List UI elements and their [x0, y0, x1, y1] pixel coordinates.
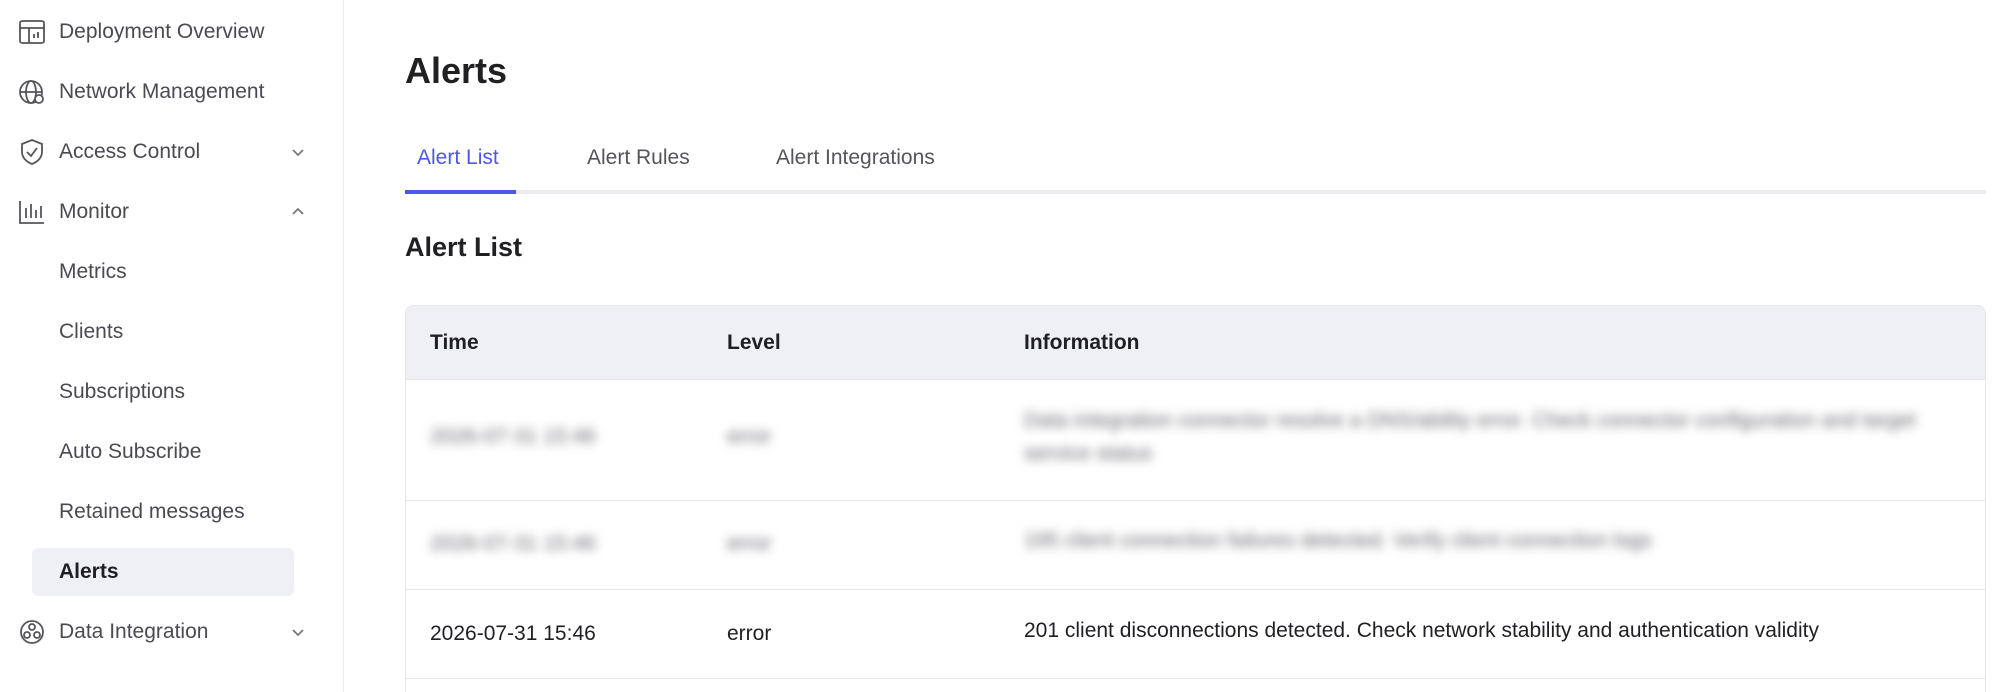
section-title: Alert List: [405, 232, 523, 262]
chevron-down-icon: [290, 144, 306, 160]
cell-information: 201 client disconnections detected. Chec…: [1024, 619, 1819, 642]
table-row: 2026-07-31 15:46 error 195 client connec…: [406, 501, 1985, 590]
tab-alert-integrations[interactable]: Alert Integrations: [776, 146, 935, 170]
sidebar-item-metrics[interactable]: Metrics: [32, 248, 294, 296]
table-row: 2026-07-31 15:46 error 201 client discon…: [406, 590, 1985, 679]
main-content: Alerts Alert List Alert Rules Alert Inte…: [345, 0, 2002, 692]
sidebar-item-deployment-overview[interactable]: Deployment Overview: [19, 8, 294, 56]
cell-information: Data integration connector resolve a DNS…: [1024, 409, 1916, 465]
column-header-information: Information: [1024, 331, 1140, 354]
globe-gear-icon: [18, 78, 46, 106]
tab-label: Alert Rules: [587, 146, 690, 169]
sidebar: Deployment Overview Network Management A…: [0, 0, 344, 692]
cell-level: error: [727, 425, 772, 448]
sidebar-item-label: Metrics: [59, 260, 127, 283]
sidebar-item-label: Network Management: [59, 80, 265, 103]
active-tab-indicator: [405, 190, 516, 194]
bar-chart-icon: [18, 198, 46, 226]
sidebar-item-label: Data Integration: [59, 620, 209, 643]
tab-alert-list[interactable]: Alert List: [417, 146, 499, 170]
sidebar-item-label: Access Control: [59, 140, 201, 163]
shield-check-icon: [18, 138, 46, 166]
cell-level: error: [727, 532, 772, 555]
sidebar-item-retained-messages[interactable]: Retained messages: [32, 488, 294, 536]
cell-level: error: [727, 622, 772, 645]
cell-information: 195 client connection failures detected.…: [1024, 529, 1653, 552]
sidebar-item-data-integration[interactable]: Data Integration: [20, 608, 304, 656]
table-header: Time Level Information: [406, 306, 1985, 380]
table-row: 2026-07-31 15:46 error Data integration …: [406, 380, 1985, 501]
sidebar-item-label: Subscriptions: [59, 380, 186, 403]
page-title: Alerts: [405, 50, 508, 91]
chevron-up-icon: [290, 204, 306, 220]
chevron-down-icon: [290, 624, 306, 640]
sidebar-item-subscriptions[interactable]: Subscriptions: [32, 368, 294, 416]
tab-label: Alert Integrations: [776, 146, 935, 169]
sidebar-item-alerts[interactable]: Alerts: [32, 548, 294, 596]
sidebar-item-label: Retained messages: [59, 500, 245, 523]
sidebar-item-label: Alerts: [59, 560, 119, 583]
sidebar-item-network-management[interactable]: Network Management: [19, 68, 294, 116]
sidebar-item-label: Deployment Overview: [59, 20, 265, 43]
sidebar-item-monitor[interactable]: Monitor: [19, 188, 304, 236]
sidebar-item-access-control[interactable]: Access Control: [21, 128, 304, 176]
column-header-level: Level: [727, 331, 781, 354]
integration-icon: [18, 618, 46, 646]
tab-alert-rules[interactable]: Alert Rules: [587, 146, 690, 170]
dashboard-icon: [18, 18, 46, 46]
column-header-time: Time: [430, 331, 479, 354]
cell-time: 2026-07-31 15:46: [430, 532, 596, 555]
sidebar-item-label: Clients: [59, 320, 124, 343]
sidebar-item-auto-subscribe[interactable]: Auto Subscribe: [32, 428, 294, 476]
alert-table: Time Level Information 2026-07-31 15:46 …: [405, 305, 1986, 692]
tab-label: Alert List: [417, 146, 499, 169]
sidebar-item-label: Monitor: [59, 200, 130, 223]
sidebar-item-label: Auto Subscribe: [59, 440, 202, 463]
tab-bar: Alert List Alert Rules Alert Integration…: [405, 138, 1986, 194]
sidebar-item-clients[interactable]: Clients: [32, 308, 294, 356]
cell-time: 2026-07-31 15:46: [430, 622, 596, 645]
cell-time: 2026-07-31 15:46: [430, 425, 596, 448]
